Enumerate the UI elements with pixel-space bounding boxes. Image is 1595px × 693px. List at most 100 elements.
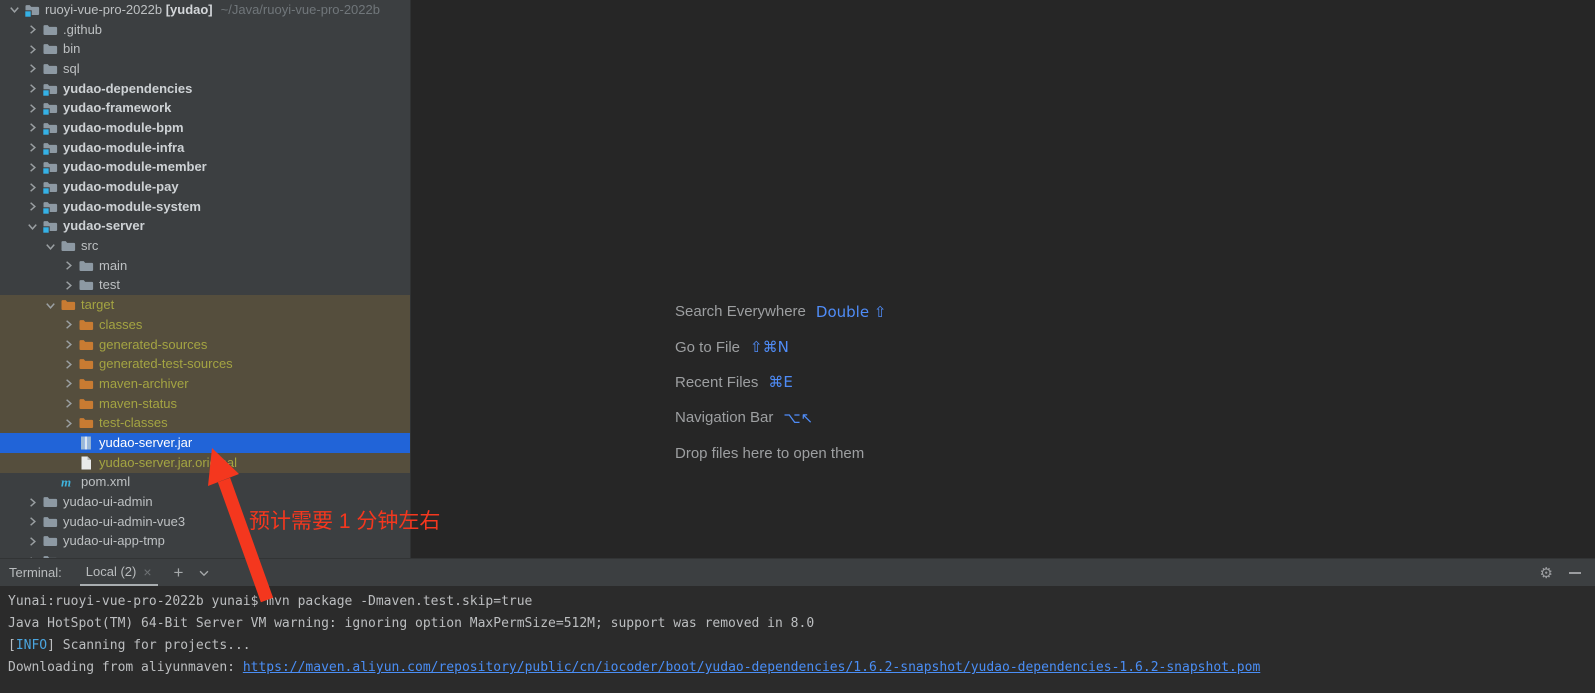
tree-row[interactable]: generated-sources bbox=[0, 335, 410, 355]
tree-row[interactable]: mpom.xml bbox=[0, 473, 410, 493]
chevron-right-icon[interactable] bbox=[60, 415, 77, 431]
tree-row[interactable]: maven-status bbox=[0, 394, 410, 414]
chevron-right-icon[interactable] bbox=[60, 376, 77, 392]
hint-shortcut: ⌥↖ bbox=[783, 409, 813, 427]
tree-item-label: target bbox=[81, 297, 114, 313]
terminal-text: Downloading from aliyunmaven: bbox=[8, 660, 243, 675]
tree-row[interactable]: generated-test-sources bbox=[0, 354, 410, 374]
chevron-down-icon[interactable] bbox=[42, 297, 59, 313]
terminal-header-bar: Terminal: Local (2) × + ⚙ bbox=[0, 558, 1595, 586]
folder-icon bbox=[42, 514, 58, 530]
folder-icon bbox=[78, 277, 94, 293]
chevron-right-icon[interactable] bbox=[60, 337, 77, 353]
close-icon[interactable]: × bbox=[143, 564, 151, 580]
maven-repo-link[interactable]: https://maven.aliyun.com/repository/publ… bbox=[243, 660, 1260, 675]
tree-row[interactable]: target bbox=[0, 295, 410, 315]
folder-icon bbox=[42, 533, 58, 549]
tree-item-label: yudao-server.jar bbox=[99, 435, 192, 451]
chevron-down-icon[interactable] bbox=[197, 566, 211, 580]
chevron-right-icon[interactable] bbox=[24, 514, 41, 530]
folder-icon bbox=[42, 61, 58, 77]
chevron-down-icon[interactable] bbox=[42, 238, 59, 254]
chevron-right-icon[interactable] bbox=[60, 258, 77, 274]
module-folder-icon bbox=[42, 159, 58, 175]
hint-action-label: Navigation Bar bbox=[675, 409, 773, 426]
tree-row[interactable]: yudao-server.jar.original bbox=[0, 453, 410, 473]
tree-item-label: yudao-framework bbox=[63, 100, 171, 116]
empty-editor-shortcut-hints: Search Everywhere Double ⇧ Go to File ⇧⌘N Re… bbox=[675, 294, 886, 471]
module-folder-icon bbox=[42, 120, 58, 136]
tree-row[interactable]: yudao-module-pay bbox=[0, 177, 410, 197]
tree-row[interactable]: yudao-framework bbox=[0, 98, 410, 118]
tree-row[interactable]: maven-archiver bbox=[0, 374, 410, 394]
chevron-right-icon[interactable] bbox=[24, 140, 41, 156]
hint-shortcut: ⇧⌘N bbox=[750, 338, 789, 356]
hint-action-label: Go to File bbox=[675, 339, 740, 356]
tree-item-label: yudao-module-pay bbox=[63, 179, 179, 195]
tree-row[interactable]: yudao-server.jar bbox=[0, 433, 410, 453]
chevron-right-icon[interactable] bbox=[24, 533, 41, 549]
tree-row[interactable]: .github bbox=[0, 20, 410, 40]
chevron-spacer bbox=[42, 474, 59, 490]
terminal-line: Yunai:ruoyi-vue-pro-2022b yunai$ mvn pac… bbox=[8, 591, 1595, 613]
chevron-right-icon[interactable] bbox=[24, 22, 41, 38]
tree-row[interactable]: src bbox=[0, 236, 410, 256]
minimize-icon[interactable] bbox=[1569, 572, 1581, 574]
tree-item-label: src bbox=[81, 238, 98, 254]
tree-item-label: sql bbox=[63, 61, 80, 77]
tree-row[interactable]: yudao-module-member bbox=[0, 158, 410, 178]
chevron-right-icon[interactable] bbox=[60, 277, 77, 293]
tree-row[interactable]: yudao-module-bpm bbox=[0, 118, 410, 138]
tree-row[interactable]: bin bbox=[0, 39, 410, 59]
chevron-spacer bbox=[60, 435, 77, 451]
tree-row[interactable]: ruoyi-vue-pro-2022b [yudao]~/Java/ruoyi-… bbox=[0, 0, 410, 20]
chevron-right-icon[interactable] bbox=[24, 494, 41, 510]
terminal-line: Java HotSpot(TM) 64-Bit Server VM warnin… bbox=[8, 613, 1595, 635]
chevron-right-icon[interactable] bbox=[60, 396, 77, 412]
tree-row[interactable]: sql bbox=[0, 59, 410, 79]
tree-row[interactable]: test bbox=[0, 276, 410, 296]
chevron-right-icon[interactable] bbox=[24, 41, 41, 57]
hint-shortcut: ⌘E bbox=[768, 373, 792, 391]
chevron-down-icon[interactable] bbox=[24, 218, 41, 234]
tree-row[interactable]: yudao-server bbox=[0, 217, 410, 237]
new-terminal-tab-button[interactable]: + bbox=[174, 563, 184, 583]
tree-item-label: test bbox=[99, 277, 120, 293]
gear-icon[interactable]: ⚙ bbox=[1540, 564, 1553, 582]
chevron-right-icon[interactable] bbox=[24, 61, 41, 77]
chevron-down-icon[interactable] bbox=[6, 2, 23, 18]
shortcut-hint-row: Drop files here to open them bbox=[675, 436, 886, 471]
tree-row[interactable]: yudao-module-infra bbox=[0, 138, 410, 158]
chevron-right-icon[interactable] bbox=[24, 179, 41, 195]
jar-file-icon bbox=[78, 435, 94, 451]
hint-shortcut: Double ⇧ bbox=[816, 303, 887, 321]
tree-row[interactable]: test-classes bbox=[0, 413, 410, 433]
tree-row[interactable] bbox=[0, 551, 410, 558]
chevron-right-icon[interactable] bbox=[24, 81, 41, 97]
chevron-right-icon[interactable] bbox=[24, 120, 41, 136]
chevron-right-icon[interactable] bbox=[24, 159, 41, 175]
terminal-tab-local[interactable]: Local (2) × bbox=[80, 559, 158, 586]
chevron-right-icon[interactable] bbox=[60, 317, 77, 333]
tree-row[interactable]: classes bbox=[0, 315, 410, 335]
tree-item-label: yudao-module-system bbox=[63, 199, 201, 215]
chevron-spacer bbox=[60, 455, 77, 471]
hint-action-label: Search Everywhere bbox=[675, 303, 806, 320]
terminal-title: Terminal: bbox=[9, 565, 62, 580]
editor-area: Search Everywhere Double ⇧ Go to File ⇧⌘N Re… bbox=[411, 0, 1595, 558]
tree-item-label: pom.xml bbox=[81, 474, 130, 490]
tree-item-label: yudao-module-infra bbox=[63, 140, 184, 156]
tree-item-label: maven-archiver bbox=[99, 376, 189, 392]
tree-row[interactable]: yudao-dependencies bbox=[0, 79, 410, 99]
chevron-right-icon[interactable] bbox=[60, 356, 77, 372]
shortcut-hint-row: Recent Files⌘E bbox=[675, 365, 886, 400]
folder-icon bbox=[42, 494, 58, 510]
tree-row[interactable]: main bbox=[0, 256, 410, 276]
project-name-badge: [yudao] bbox=[162, 2, 213, 18]
tree-item-label: yudao-module-bpm bbox=[63, 120, 184, 136]
tree-row[interactable]: yudao-module-system bbox=[0, 197, 410, 217]
terminal-console[interactable]: Yunai:ruoyi-vue-pro-2022b yunai$ mvn pac… bbox=[0, 586, 1595, 693]
chevron-right-icon[interactable] bbox=[24, 199, 41, 215]
tree-item-label: yudao-server bbox=[63, 218, 145, 234]
chevron-right-icon[interactable] bbox=[24, 100, 41, 116]
